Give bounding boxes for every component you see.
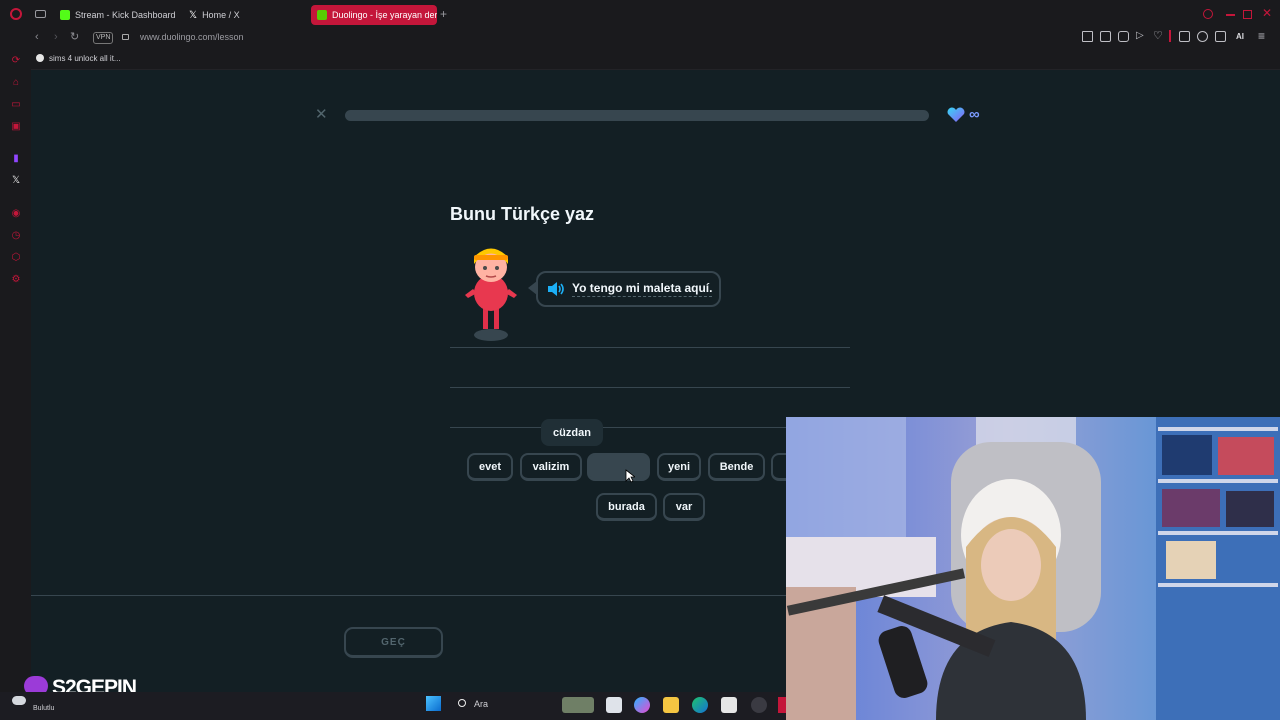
workspaces-icon[interactable] [35,10,46,18]
bookmark-item-icon [36,54,44,62]
bookmark-sims[interactable]: sims 4 unlock all it... [49,54,121,63]
gmail-icon[interactable]: ▣ [10,121,22,133]
opera-sidebar: ⟳ ⌂ ▭ ▣ ▮ 𝕏 ◉ ◷ ⬡ ⚙ [0,48,31,720]
history-icon[interactable]: ◷ [10,230,22,242]
weather-label: Bulutlu [33,705,55,712]
divider-accent [1169,30,1171,42]
streamer-webcam-image [786,417,1280,720]
webcam-overlay [786,417,1280,720]
snapshot-icon[interactable] [1100,31,1111,42]
file-explorer-icon[interactable] [663,697,679,713]
forward-icon[interactable]: › [54,30,58,44]
settings-icon[interactable]: ⚙ [10,274,22,286]
music-icon[interactable]: ◉ [10,208,22,220]
download-icon[interactable] [1215,31,1226,42]
edge-icon[interactable] [692,697,708,713]
bookmark-icon[interactable] [1082,31,1093,42]
x-icon: 𝕏 [189,9,198,21]
speech-bubble-tail [528,281,537,295]
tab-home-x[interactable]: 𝕏 Home / X [183,5,305,25]
settings-taskbar-icon[interactable] [751,697,767,713]
start-icon[interactable] [426,696,441,711]
word-chip-placeholder [587,453,650,481]
reload-icon[interactable]: ↻ [70,30,79,44]
duolingo-icon [317,10,327,20]
word-chip[interactable]: yeni [657,453,701,481]
url-field[interactable]: www.duolingo.com/lesson [140,32,244,42]
close-lesson-icon[interactable]: ✕ [315,106,328,124]
back-icon[interactable]: ‹ [35,30,39,44]
copilot-icon[interactable] [634,697,650,713]
search-tabs-icon[interactable] [1203,9,1213,19]
menu-icon[interactable]: ≡ [1258,29,1265,43]
answer-line-2 [450,387,850,388]
task-view-icon[interactable] [606,697,622,713]
tab-duolingo[interactable]: Duolingo - İşe yarayan der [311,5,437,25]
player-icon[interactable]: ▷ [1136,30,1144,41]
opera-taskbar-icon[interactable] [778,697,786,713]
weather-icon [12,696,26,705]
pocket-icon[interactable] [1118,31,1129,42]
answer-line-1 [450,347,850,348]
word-hint-tooltip: cüzdan [541,419,603,446]
search-highlight-icon[interactable] [562,697,594,713]
character-illustration [465,248,517,341]
word-chip[interactable]: valizim [520,453,582,481]
page-title: Bunu Türkçe yaz [450,204,595,224]
search-icon[interactable] [458,699,466,707]
opera-logo-icon[interactable] [10,8,22,20]
mouse-cursor-icon [625,469,635,483]
extensions-sidebar-icon[interactable]: ⬡ [10,252,22,264]
speaker-icon[interactable] [546,281,566,297]
store-icon[interactable] [721,697,737,713]
extensions-icon[interactable] [1179,31,1190,42]
speech-bubble: Yo tengo mi maleta aquí. [536,271,721,307]
word-chip[interactable]: evet [467,453,513,481]
vpn-badge[interactable]: VPN [93,32,114,44]
tab-kick-dashboard[interactable]: Stream - Kick Dashboard [54,5,176,25]
aria-button[interactable]: AI [1236,32,1244,41]
lock-icon [122,34,129,40]
close-window-icon[interactable]: ✕ [1262,6,1272,20]
word-chip[interactable]: burada [596,493,657,521]
prompt-sentence[interactable]: Yo tengo mi maleta aquí. [572,281,713,297]
heart-icon[interactable]: ♡ [1153,29,1163,42]
kick-icon [60,10,70,20]
x-sidebar-icon[interactable]: 𝕏 [10,175,22,187]
messenger-icon[interactable]: ▭ [10,99,22,111]
shop-icon[interactable]: ⌂ [10,77,22,89]
infinite-hearts-label: ∞ [969,106,980,123]
minimize-icon[interactable] [1226,14,1235,16]
twitch-icon[interactable]: ▮ [10,153,22,165]
ai-icon[interactable]: ⟳ [10,55,22,67]
new-tab-icon[interactable]: + [440,7,447,21]
screen: Stream - Kick Dashboard 𝕏 Home / X Duoli… [0,0,1280,720]
skip-button[interactable]: GEÇ [344,627,443,658]
profile-icon[interactable] [1197,31,1208,42]
word-chip[interactable]: Bende [708,453,765,481]
taskbar-search-input[interactable]: Ara [474,699,488,709]
heart-gem-icon [947,107,965,122]
maximize-icon[interactable] [1243,10,1252,19]
word-chip[interactable]: var [663,493,705,521]
lesson-progress-bar [345,110,929,121]
bookmarks-bar: sims 4 unlock all it... [0,48,1280,70]
browser-tab-bar: Stream - Kick Dashboard 𝕏 Home / X Duoli… [0,0,1280,28]
